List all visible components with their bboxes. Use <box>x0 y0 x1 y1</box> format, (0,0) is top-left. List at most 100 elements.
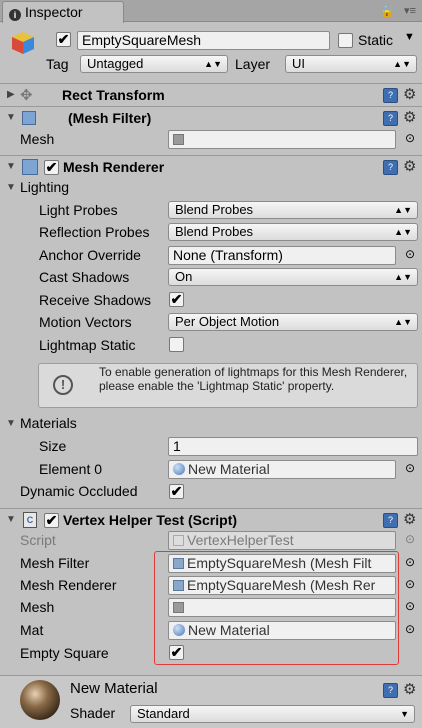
dynamic-occluded-checkbox[interactable]: ✔ <box>169 484 184 499</box>
updown-icon: ▲▼ <box>394 227 412 237</box>
shader-dropdown[interactable]: Standard ▼ <box>130 705 415 723</box>
help-book-icon[interactable]: ? <box>383 513 398 528</box>
light-probes-label: Light Probes <box>39 202 118 218</box>
updown-icon: ▲▼ <box>394 205 412 215</box>
gear-icon[interactable]: ⚙ <box>403 85 416 103</box>
object-picker-icon[interactable]: ⊙ <box>405 461 415 475</box>
foldout-expanded-icon[interactable]: ▼ <box>6 161 16 172</box>
anchor-override-label: Anchor Override <box>39 247 141 263</box>
cast-shadows-value: On <box>175 269 193 284</box>
mesh-filter-header[interactable]: ▼ (Mesh Filter) ? ⚙ <box>0 106 422 130</box>
material-name: New Material <box>70 680 158 697</box>
highlight-box <box>154 551 399 665</box>
object-picker-icon[interactable]: ⊙ <box>405 599 415 613</box>
materials-foldout-icon[interactable]: ▼ <box>6 418 16 429</box>
gameobject-icon <box>10 30 36 56</box>
lighting-label[interactable]: Lighting <box>20 177 69 197</box>
lock-icon[interactable]: 🔒 <box>380 5 394 18</box>
lightmap-static-label: Lightmap Static <box>39 337 136 353</box>
object-picker-icon[interactable]: ⊙ <box>405 131 415 145</box>
rect-transform-icon: ✥ <box>20 87 33 104</box>
size-field[interactable]: 1 <box>168 437 418 456</box>
mat-label: Mat <box>20 622 44 638</box>
gear-icon[interactable]: ⚙ <box>403 680 416 698</box>
lighting-foldout-icon[interactable]: ▼ <box>6 182 16 193</box>
light-probes-dropdown[interactable]: Blend Probes ▲▼ <box>168 201 418 219</box>
help-book-icon[interactable]: ? <box>383 111 398 126</box>
info-warning-icon: ! <box>53 375 73 395</box>
material-preview-sphere <box>20 680 60 720</box>
static-dropdown-icon[interactable]: ▼ <box>404 31 415 43</box>
updown-icon: ▲▼ <box>394 272 412 282</box>
light-probes-value: Blend Probes <box>175 202 254 217</box>
anchor-override-field[interactable]: None (Transform) <box>168 246 396 265</box>
element0-label: Element 0 <box>39 461 103 477</box>
rect-transform-header[interactable]: ▶ ✥ Rect Transform ? ⚙ <box>0 83 422 107</box>
vertex-helper-title: Vertex Helper Test (Script) <box>63 512 238 528</box>
object-picker-icon[interactable]: ⊙ <box>405 247 415 261</box>
mesh-renderer-icon <box>22 159 38 175</box>
script-value: VertexHelperTest <box>187 532 294 548</box>
help-book-icon[interactable]: ? <box>383 683 398 698</box>
gear-icon[interactable]: ⚙ <box>403 108 416 126</box>
script-enabled-checkbox[interactable]: ✔ <box>44 513 59 528</box>
layer-dropdown[interactable]: UI ▲▼ <box>285 55 417 73</box>
cast-shadows-dropdown[interactable]: On ▲▼ <box>168 268 418 286</box>
empty-square-label: Empty Square <box>20 645 109 661</box>
shader-label: Shader <box>70 705 116 721</box>
object-picker-icon[interactable]: ⊙ <box>405 622 415 636</box>
info-icon: i <box>9 9 21 21</box>
motion-vectors-dropdown[interactable]: Per Object Motion ▲▼ <box>168 313 418 331</box>
help-book-icon[interactable]: ? <box>383 88 398 103</box>
lightmap-static-checkbox[interactable] <box>169 337 184 352</box>
element0-field[interactable]: New Material <box>168 460 396 479</box>
foldout-expanded-icon[interactable]: ▼ <box>6 514 16 525</box>
gear-icon[interactable]: ⚙ <box>403 157 416 175</box>
mesh-renderer-enabled-checkbox[interactable]: ✔ <box>44 160 59 175</box>
static-label: Static <box>358 32 394 48</box>
gear-icon[interactable]: ⚙ <box>403 510 416 528</box>
mesh-filter-label: Mesh Filter <box>20 555 90 571</box>
name-field[interactable]: EmptySquareMesh <box>77 31 330 50</box>
object-picker-icon: ⊙ <box>405 532 416 546</box>
motion-vectors-label: Motion Vectors <box>39 314 132 330</box>
static-checkbox[interactable] <box>338 33 353 48</box>
mesh-filter-icon <box>22 111 36 125</box>
tab-title: Inspector <box>25 4 83 20</box>
script-icon: C <box>23 512 37 528</box>
active-checkbox[interactable]: ✔ <box>56 32 71 47</box>
object-picker-icon[interactable]: ⊙ <box>405 555 415 569</box>
materials-label[interactable]: Materials <box>20 413 77 433</box>
element0-value: New Material <box>188 461 270 477</box>
tag-dropdown[interactable]: Untagged ▲▼ <box>80 55 228 73</box>
mesh-label: Mesh <box>20 131 55 147</box>
help-book-icon[interactable]: ? <box>383 160 398 175</box>
size-label: Size <box>39 438 67 454</box>
tab-inspector[interactable]: i Inspector <box>2 1 124 23</box>
cast-shadows-label: Cast Shadows <box>39 269 130 285</box>
foldout-collapsed-icon[interactable]: ▶ <box>7 89 15 100</box>
help-text: To enable generation of lightmaps for th… <box>99 365 408 393</box>
script-file-icon <box>173 535 184 546</box>
script-label: Script <box>20 532 56 548</box>
tab-menu-icon[interactable]: ▾≡ <box>404 4 416 17</box>
dynamic-occluded-label: Dynamic Occluded <box>20 483 138 499</box>
mesh-icon <box>173 134 184 145</box>
tag-label: Tag <box>46 56 69 72</box>
reflection-probes-label: Reflection Probes <box>39 224 150 240</box>
layer-value: UI <box>292 56 305 71</box>
mesh-object-field[interactable] <box>168 130 396 149</box>
updown-icon: ▲▼ <box>394 317 412 327</box>
foldout-expanded-icon[interactable]: ▼ <box>6 112 16 123</box>
receive-shadows-checkbox[interactable]: ✔ <box>169 292 184 307</box>
vertex-helper-header[interactable]: ▼ C ✔ Vertex Helper Test (Script) ? ⚙ <box>0 508 422 532</box>
reflection-probes-value: Blend Probes <box>175 224 254 239</box>
lightmap-help-box: ! To enable generation of lightmaps for … <box>38 363 418 408</box>
reflection-probes-dropdown[interactable]: Blend Probes ▲▼ <box>168 223 418 241</box>
object-picker-icon[interactable]: ⊙ <box>405 577 415 591</box>
vh-mesh-label: Mesh <box>20 599 55 615</box>
mesh-filter-title: (Mesh Filter) <box>68 110 152 126</box>
script-field: VertexHelperTest <box>168 531 396 550</box>
mesh-renderer-header[interactable]: ▼ ✔ Mesh Renderer ? ⚙ <box>0 155 422 179</box>
mesh-renderer-title: Mesh Renderer <box>63 159 165 175</box>
